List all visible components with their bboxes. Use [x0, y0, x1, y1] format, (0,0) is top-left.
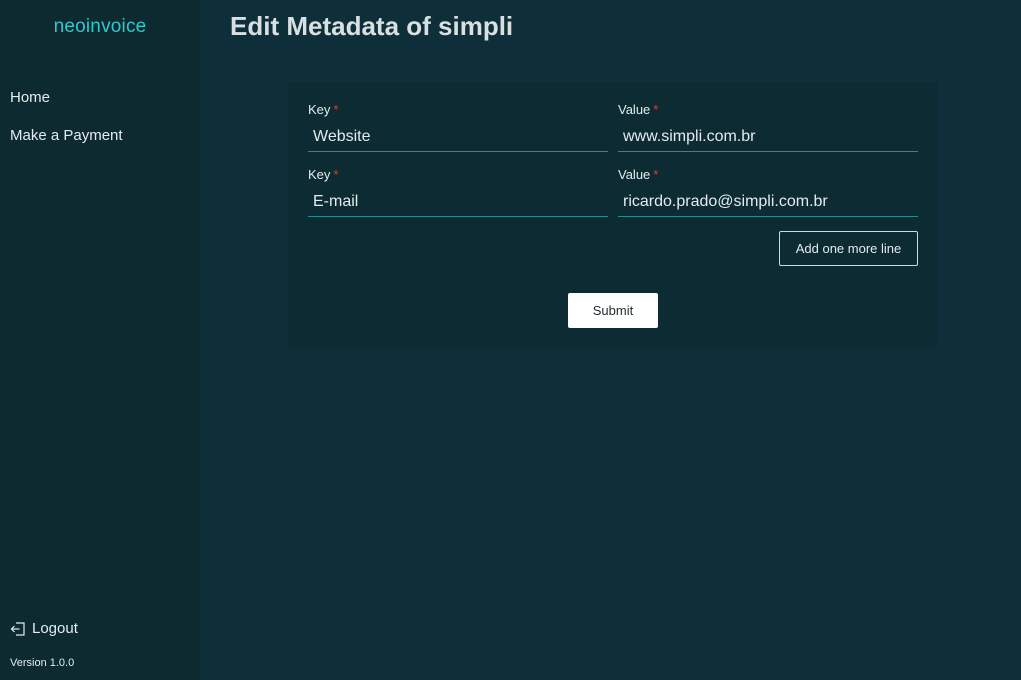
required-mark: * — [333, 102, 339, 117]
app-root: neoinvoice Home Make a Payment Logout Ve… — [0, 0, 1021, 680]
metadata-form: Key* Value* Key* Value* Add one more lin… — [288, 82, 938, 348]
value-label: Value * — [618, 167, 659, 182]
add-one-more-line-button[interactable]: Add one more line — [779, 231, 918, 266]
brand-logo[interactable]: neoinvoice — [0, 16, 200, 38]
submit-button[interactable]: Submit — [568, 293, 658, 328]
logout-icon — [10, 621, 26, 637]
metadata-key-field-1: Key * — [308, 102, 608, 152]
version-label: Version 1.0.0 — [10, 657, 75, 669]
sidebar-item-home[interactable]: Home — [10, 89, 50, 106]
value-label: Value * — [618, 102, 659, 117]
metadata-value-field-2: Value * — [618, 167, 918, 217]
key-input-1[interactable] — [308, 122, 608, 152]
value-input-2[interactable] — [618, 187, 918, 217]
sidebar: neoinvoice Home Make a Payment Logout Ve… — [0, 0, 200, 680]
logout-button[interactable]: Logout — [10, 620, 78, 637]
key-input-2[interactable] — [308, 187, 608, 217]
metadata-key-field-2: Key * — [308, 167, 608, 217]
required-mark: * — [653, 102, 659, 117]
key-label: Key * — [308, 167, 339, 182]
value-input-1[interactable] — [618, 122, 918, 152]
sidebar-item-make-a-payment[interactable]: Make a Payment — [10, 127, 123, 144]
metadata-value-field-1: Value * — [618, 102, 918, 152]
required-mark: * — [653, 167, 659, 182]
logout-label: Logout — [32, 620, 78, 637]
page-title: Edit Metadata of simpli — [230, 11, 514, 41]
key-label: Key * — [308, 102, 339, 117]
required-mark: * — [333, 167, 339, 182]
